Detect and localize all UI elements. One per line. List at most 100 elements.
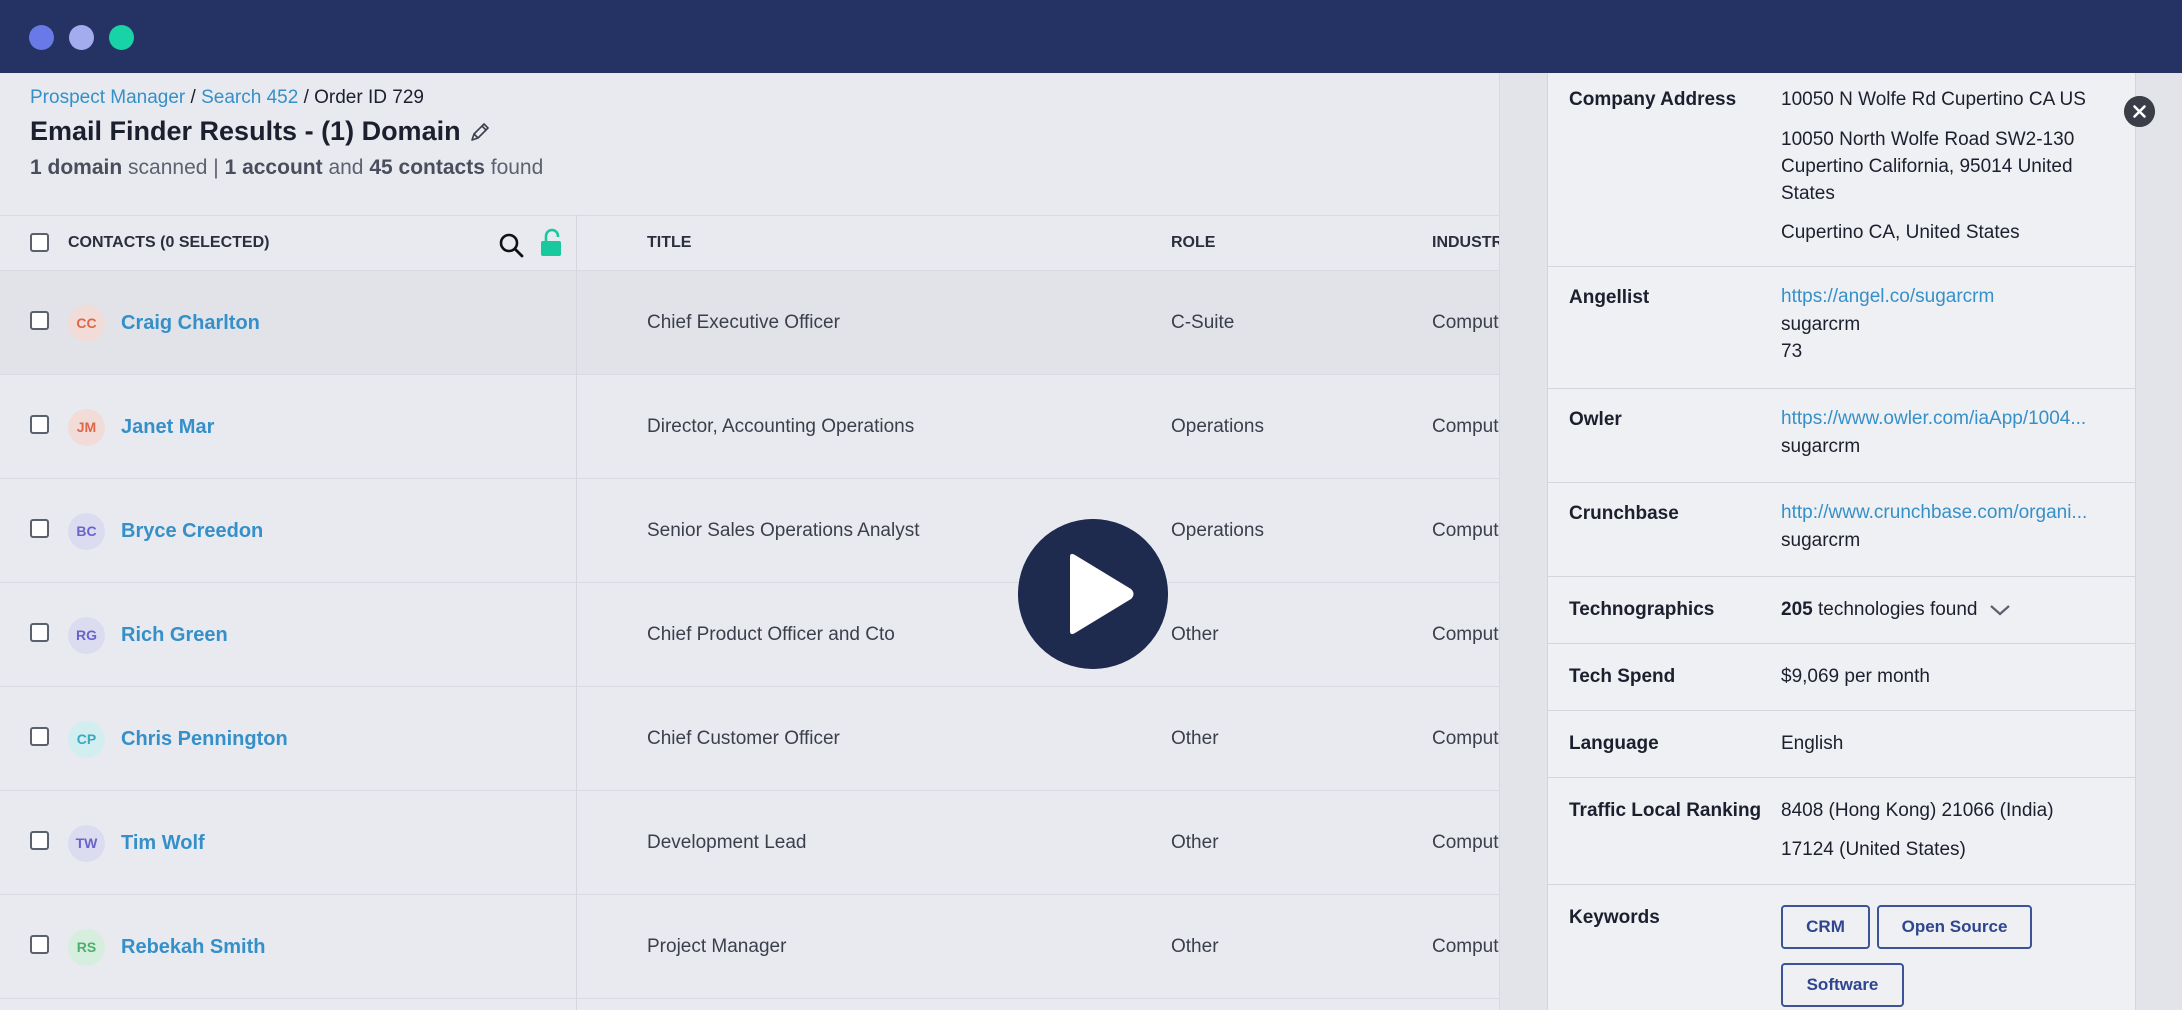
avatar: JM — [68, 409, 105, 446]
close-icon[interactable] — [2124, 96, 2155, 127]
breadcrumb-separator: / — [190, 87, 196, 108]
keyword-chip[interactable]: Software — [1781, 963, 1904, 1007]
title-bar — [0, 0, 2182, 73]
contact-count: 45 contacts — [369, 156, 485, 179]
search-icon[interactable] — [498, 232, 524, 258]
contact-role: Other — [1171, 832, 1219, 853]
table-row[interactable]: CP Chris Pennington Chief Customer Officer… — [0, 687, 1499, 791]
table-header: CONTACTS (0 SELECTED) TITLE ROLE INDUSTR — [0, 215, 1499, 271]
tech-spend-label: Tech Spend — [1569, 666, 1676, 687]
maximize-dot[interactable] — [109, 25, 134, 50]
select-all-checkbox[interactable] — [30, 233, 49, 252]
contact-name-link[interactable]: Rebekah Smith — [121, 895, 265, 999]
avatar: RG — [68, 617, 105, 654]
traffic-ranking-line: 8408 (Hong Kong) 21066 (India) — [1781, 800, 2054, 821]
minimize-dot[interactable] — [69, 25, 94, 50]
angellist-count: 73 — [1781, 341, 1803, 362]
avatar: TW — [68, 825, 105, 862]
language-section: Language English — [1548, 711, 2135, 778]
table-row[interactable]: TW Tim Wolf Development Lead Other Comput — [0, 791, 1499, 895]
angellist-link[interactable]: https://angel.co/sugarcrm — [1781, 286, 1994, 308]
row-checkbox[interactable] — [30, 519, 49, 538]
tech-spend-value: $9,069 per month — [1781, 666, 1930, 687]
owler-label: Owler — [1569, 409, 1622, 430]
contact-role: Operations — [1171, 416, 1264, 437]
table-row[interactable]: RG Rich Green Chief Product Officer and Ct… — [0, 583, 1499, 687]
column-header-title[interactable]: TITLE — [647, 216, 691, 270]
contact-title: Director, Accounting Operations — [647, 416, 915, 437]
company-address-line: 10050 N Wolfe Rd Cupertino CA US — [1781, 89, 2086, 110]
contact-name-link[interactable]: Tim Wolf — [121, 791, 205, 895]
play-icon[interactable] — [1018, 519, 1168, 669]
contact-industry: Comput — [1432, 416, 1499, 437]
chevron-down-icon[interactable] — [1989, 603, 2011, 617]
contact-role: C-Suite — [1171, 312, 1235, 333]
table-row[interactable]: RS Rebekah Smith Project Manager Other Compu… — [0, 895, 1499, 999]
contact-role: Other — [1171, 936, 1219, 957]
language-label: Language — [1569, 733, 1659, 754]
angellist-section: Angellist https://angel.co/sugarcrm suga… — [1548, 267, 2135, 389]
breadcrumb: Prospect Manager / Search 452 / Order ID… — [30, 87, 424, 109]
breadcrumb-search[interactable]: Search 452 — [201, 87, 298, 108]
keywords-label: Keywords — [1569, 907, 1660, 928]
contact-title: Chief Product Officer and Cto — [647, 624, 895, 645]
technographics-section: Technographics 205 technologies found — [1548, 577, 2135, 644]
row-checkbox[interactable] — [30, 623, 49, 642]
contact-name-link[interactable]: Chris Pennington — [121, 687, 288, 791]
page-title: Email Finder Results - (1) Domain — [30, 116, 491, 147]
summary-text: scanned | — [128, 156, 219, 179]
breadcrumb-prospect-manager[interactable]: Prospect Manager — [30, 87, 185, 108]
table-row[interactable]: BC Bryce Creedon Senior Sales Operations A… — [0, 479, 1499, 583]
column-header-contacts[interactable]: CONTACTS (0 SELECTED) — [68, 216, 269, 270]
row-checkbox[interactable] — [30, 415, 49, 434]
company-address-label: Company Address — [1569, 89, 1737, 110]
contact-role: Operations — [1171, 520, 1264, 541]
unlock-icon[interactable] — [539, 228, 563, 258]
keyword-chip[interactable]: CRM — [1781, 905, 1870, 949]
contact-role: Other — [1171, 624, 1219, 645]
owler-handle: sugarcrm — [1781, 436, 1861, 457]
contact-name-link[interactable]: Bryce Creedon — [121, 479, 263, 583]
row-checkbox[interactable] — [30, 935, 49, 954]
row-checkbox[interactable] — [30, 311, 49, 330]
summary-text: and — [328, 156, 364, 179]
contact-industry: Comput — [1432, 728, 1499, 749]
column-header-industry[interactable]: INDUSTR — [1432, 216, 1499, 270]
avatar: CC — [68, 305, 105, 342]
close-dot[interactable] — [29, 25, 54, 50]
contact-title: Senior Sales Operations Analyst — [647, 520, 920, 541]
tech-spend-section: Tech Spend $9,069 per month — [1548, 644, 2135, 711]
technographics-toggle[interactable]: 205 technologies found — [1781, 599, 2011, 621]
technographics-text: technologies found — [1817, 599, 1978, 620]
traffic-ranking-line: 17124 (United States) — [1781, 839, 1966, 860]
breadcrumb-separator: / — [303, 87, 309, 108]
company-address-section: Company Address 10050 N Wolfe Rd Cuperti… — [1548, 73, 2135, 267]
traffic-ranking-label: Traffic Local Ranking — [1569, 800, 1762, 821]
contact-name-link[interactable]: Rich Green — [121, 583, 228, 687]
row-checkbox[interactable] — [30, 727, 49, 746]
traffic-ranking-section: Traffic Local Ranking 8408 (Hong Kong) 2… — [1548, 778, 2135, 885]
row-checkbox[interactable] — [30, 831, 49, 850]
company-details-card: Company Address 10050 N Wolfe Rd Cuperti… — [1547, 73, 2136, 1010]
domain-count: 1 domain — [30, 156, 123, 179]
contact-title: Chief Executive Officer — [647, 312, 840, 333]
crunchbase-section: Crunchbase http://www.crunchbase.com/org… — [1548, 483, 2135, 577]
keyword-chip[interactable]: Open Source — [1877, 905, 2032, 949]
contact-industry: Comput — [1432, 832, 1499, 853]
breadcrumb-current: Order ID 729 — [314, 87, 424, 108]
table-row[interactable]: JM Janet Mar Director, Accounting Operatio… — [0, 375, 1499, 479]
table-row[interactable]: CC Craig Charlton Chief Executive Officer C… — [0, 271, 1499, 375]
technographics-count: 205 — [1781, 599, 1813, 620]
contact-title: Development Lead — [647, 832, 807, 853]
contact-name-link[interactable]: Janet Mar — [121, 375, 214, 479]
contact-name-link[interactable]: Craig Charlton — [121, 271, 260, 375]
column-header-role[interactable]: ROLE — [1171, 216, 1215, 270]
pencil-icon[interactable] — [469, 121, 491, 143]
owler-link[interactable]: https://www.owler.com/iaApp/1004... — [1781, 408, 2086, 430]
results-summary: 1 domain scanned | 1 account and 45 cont… — [30, 156, 543, 180]
language-value: English — [1781, 733, 1844, 754]
crunchbase-link[interactable]: http://www.crunchbase.com/organi... — [1781, 502, 2087, 524]
contact-industry: Comput — [1432, 936, 1499, 957]
angellist-label: Angellist — [1569, 287, 1650, 308]
contact-industry: Comput — [1432, 312, 1499, 333]
